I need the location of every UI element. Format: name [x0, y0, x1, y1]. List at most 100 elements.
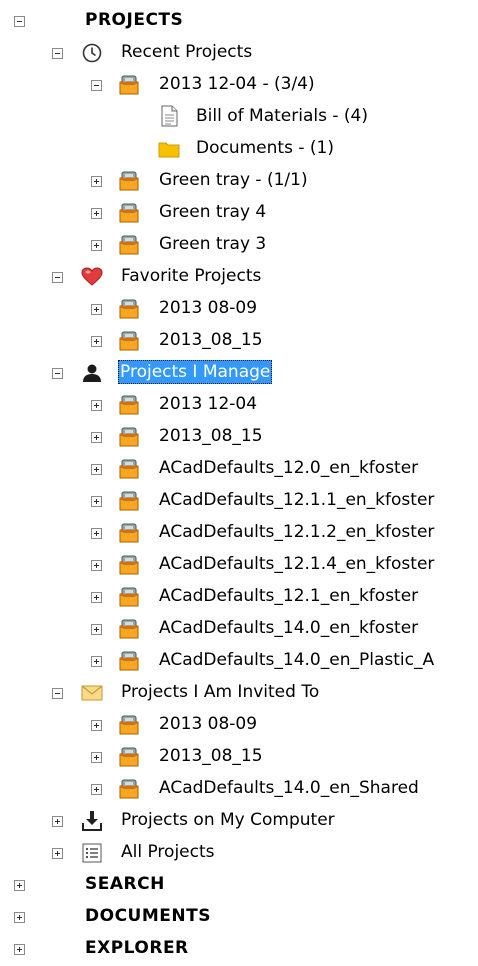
heart-icon [81, 266, 103, 288]
tree-node-search[interactable]: SEARCH [0, 872, 478, 902]
project-icon [118, 233, 140, 255]
expand-toggle[interactable] [52, 816, 63, 827]
expand-toggle[interactable] [91, 592, 102, 603]
node-label: DOCUMENTS [85, 906, 211, 926]
folder-icon [158, 138, 180, 160]
node-label: Favorite Projects [121, 266, 262, 286]
tree-node-explorer[interactable]: EXPLORER [0, 936, 478, 966]
project-icon [118, 393, 140, 415]
tree-node-project[interactable]: 2013 12-04 [0, 392, 478, 422]
node-label: ACadDefaults_12.1.2_en_kfoster [159, 522, 435, 542]
expand-toggle[interactable] [52, 848, 63, 859]
project-icon [118, 329, 140, 351]
project-icon [118, 649, 140, 671]
expand-toggle[interactable] [91, 720, 102, 731]
node-label: All Projects [121, 842, 215, 862]
project-icon [118, 777, 140, 799]
node-label: Green tray 3 [159, 234, 267, 254]
tree-node-project[interactable]: 2013 08-09 [0, 296, 478, 326]
expand-toggle[interactable] [91, 560, 102, 571]
node-label: 2013_08_15 [159, 330, 263, 350]
collapse-toggle[interactable] [52, 272, 63, 283]
expand-toggle[interactable] [91, 464, 102, 475]
tree-node-project[interactable]: 2013_08_15 [0, 424, 478, 454]
tree-node-project[interactable]: 2013 12-04 - (3/4) [0, 72, 478, 102]
expand-toggle[interactable] [91, 176, 102, 187]
tree-node-project[interactable]: 2013_08_15 [0, 328, 478, 358]
collapse-toggle[interactable] [14, 16, 25, 27]
expand-toggle[interactable] [91, 304, 102, 315]
expand-toggle[interactable] [91, 432, 102, 443]
project-icon [118, 713, 140, 735]
node-label: PROJECTS [85, 10, 184, 30]
node-label: ACadDefaults_14.0_en_Plastic_A [159, 650, 435, 670]
expand-toggle[interactable] [91, 784, 102, 795]
node-label: ACadDefaults_14.0_en_kfoster [159, 618, 419, 638]
tree-node-favorite-projects[interactable]: Favorite Projects [0, 264, 478, 294]
tree-node-documents[interactable]: DOCUMENTS [0, 904, 478, 934]
tree-node-project[interactable]: ACadDefaults_14.0_en_Plastic_A [0, 648, 478, 678]
node-label: 2013 08-09 [159, 298, 258, 318]
expand-toggle[interactable] [91, 208, 102, 219]
collapse-toggle[interactable] [52, 368, 63, 379]
tree-node-documents-folder[interactable]: Documents - (1) [0, 136, 478, 166]
collapse-toggle[interactable] [91, 80, 102, 91]
expand-toggle[interactable] [91, 624, 102, 635]
tree-node-projects-on-computer[interactable]: Projects on My Computer [0, 808, 478, 838]
project-icon [118, 425, 140, 447]
tree-node-project[interactable]: Green tray - (1/1) [0, 168, 478, 198]
tree-node-project[interactable]: Green tray 3 [0, 232, 478, 262]
node-label: 2013_08_15 [159, 746, 263, 766]
node-label: Documents - (1) [196, 138, 334, 158]
tree-node-project[interactable]: Green tray 4 [0, 200, 478, 230]
node-label: ACadDefaults_12.0_en_kfoster [159, 458, 419, 478]
project-icon [118, 457, 140, 479]
node-label: SEARCH [85, 874, 165, 894]
tree-node-project[interactable]: ACadDefaults_12.1.1_en_kfoster [0, 488, 478, 518]
tree-node-project[interactable]: ACadDefaults_12.1_en_kfoster [0, 584, 478, 614]
project-icon [118, 585, 140, 607]
node-label: 2013_08_15 [159, 426, 263, 446]
expand-toggle[interactable] [14, 880, 25, 891]
expand-toggle[interactable] [91, 752, 102, 763]
node-label: EXPLORER [85, 938, 189, 958]
tree-node-project[interactable]: ACadDefaults_12.0_en_kfoster [0, 456, 478, 486]
project-icon [118, 201, 140, 223]
expand-toggle[interactable] [14, 912, 25, 923]
user-icon [81, 362, 103, 384]
project-icon [118, 745, 140, 767]
project-icon [118, 169, 140, 191]
tree-node-projects-invited[interactable]: Projects I Am Invited To [0, 680, 478, 710]
node-label: 2013 08-09 [159, 714, 258, 734]
node-label: Projects I Am Invited To [121, 682, 320, 702]
expand-toggle[interactable] [91, 656, 102, 667]
project-icon [118, 553, 140, 575]
tree-node-projects-i-manage[interactable]: Projects I Manage [0, 360, 478, 390]
expand-toggle[interactable] [91, 240, 102, 251]
project-icon [118, 617, 140, 639]
expand-toggle[interactable] [91, 528, 102, 539]
expand-toggle[interactable] [91, 400, 102, 411]
node-label: Green tray 4 [159, 202, 267, 222]
tree-node-project[interactable]: ACadDefaults_12.1.2_en_kfoster [0, 520, 478, 550]
node-label: Projects on My Computer [121, 810, 335, 830]
collapse-toggle[interactable] [52, 48, 63, 59]
tree-node-all-projects[interactable]: All Projects [0, 840, 478, 870]
tree-node-bill-of-materials[interactable]: Bill of Materials - (4) [0, 104, 478, 134]
tree-node-project[interactable]: 2013 08-09 [0, 712, 478, 742]
expand-toggle[interactable] [14, 944, 25, 955]
tree-node-project[interactable]: ACadDefaults_14.0_en_kfoster [0, 616, 478, 646]
node-label: Green tray - (1/1) [159, 170, 308, 190]
tree-node-project[interactable]: 2013_08_15 [0, 744, 478, 774]
list-icon [81, 842, 103, 864]
tree-node-project[interactable]: ACadDefaults_14.0_en_Shared [0, 776, 478, 806]
tree-node-projects[interactable]: PROJECTS [0, 8, 478, 38]
collapse-toggle[interactable] [52, 688, 63, 699]
project-icon [118, 489, 140, 511]
tree-node-recent-projects[interactable]: Recent Projects [0, 40, 478, 70]
tree-node-project[interactable]: ACadDefaults_12.1.4_en_kfoster [0, 552, 478, 582]
node-label: Bill of Materials - (4) [196, 106, 368, 126]
project-icon [118, 73, 140, 95]
expand-toggle[interactable] [91, 496, 102, 507]
expand-toggle[interactable] [91, 336, 102, 347]
